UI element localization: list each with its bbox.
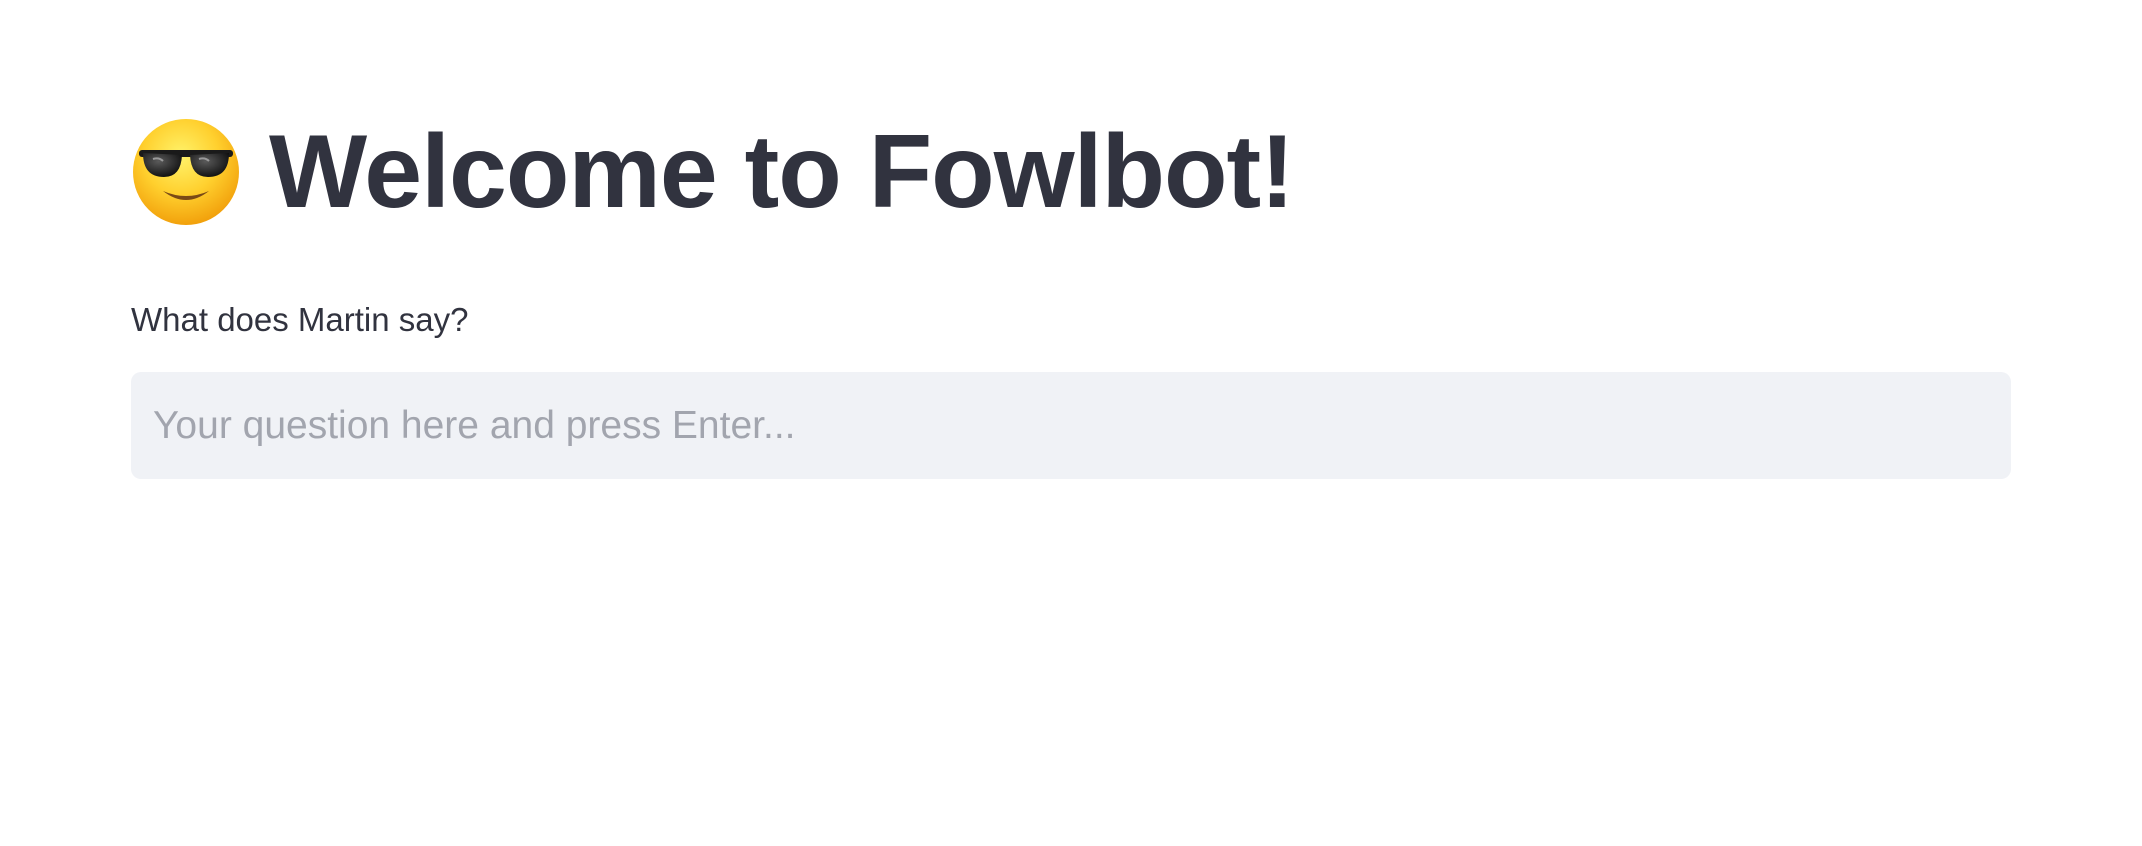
- page-title: Welcome to Fowlbot!: [269, 114, 1295, 230]
- question-label: What does Martin say?: [131, 301, 469, 338]
- smiling-face-with-sunglasses-icon: [133, 119, 239, 225]
- title-row: Welcome to Fowlbot!: [131, 112, 1295, 232]
- question-input[interactable]: [131, 372, 2011, 479]
